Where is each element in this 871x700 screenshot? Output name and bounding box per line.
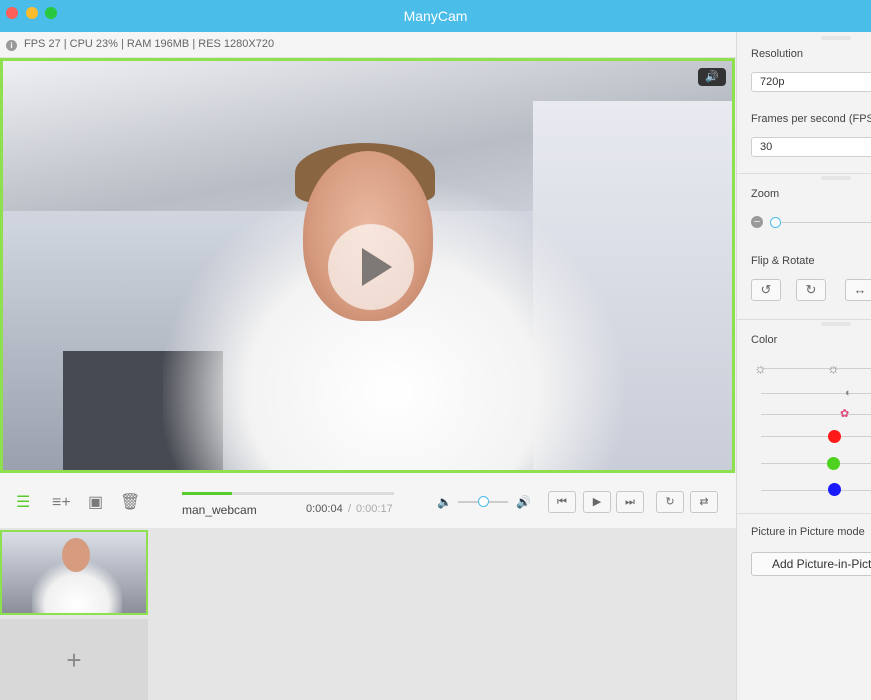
flip-horizontal-icon[interactable]: ↔	[845, 279, 871, 301]
thumbnail-head	[62, 538, 90, 572]
save-icon[interactable]: ▣	[88, 493, 103, 513]
fps-label: Frames per second (FPS)	[751, 113, 871, 125]
contrast-slider[interactable]	[761, 393, 871, 394]
resolution-select[interactable]: 720p	[751, 72, 871, 92]
video-preview[interactable]: 🔊	[0, 58, 735, 473]
pip-label: Picture in Picture mode	[751, 526, 865, 538]
repeat-icon[interactable]: ↻	[656, 491, 684, 513]
playback-progress[interactable]	[182, 492, 394, 495]
settings-sidebar: Resolution 720p Frames per second (FPS) …	[736, 32, 871, 700]
play-icon	[362, 248, 392, 286]
play-button[interactable]	[328, 224, 414, 310]
volume-knob[interactable]	[478, 496, 489, 507]
add-pip-button[interactable]: Add Picture-in-Picture	[751, 552, 871, 576]
panel-grip[interactable]	[821, 36, 851, 40]
red-knob[interactable]	[828, 430, 841, 443]
window-title: ManyCam	[403, 8, 468, 24]
red-slider[interactable]	[761, 436, 871, 437]
volume-icon[interactable]: 🔊	[698, 68, 726, 86]
fps-select[interactable]: 30	[751, 137, 871, 157]
section-divider	[737, 173, 871, 174]
blue-slider[interactable]	[761, 490, 871, 491]
section-divider	[737, 319, 871, 320]
panel-grip[interactable]	[821, 322, 851, 326]
add-to-playlist-icon[interactable]: ≡+	[52, 493, 71, 513]
time-total: 0:00:17	[356, 503, 393, 515]
rotate-left-icon[interactable]: ↺	[751, 279, 781, 301]
time-separator: /	[348, 503, 352, 515]
title-bar: ManyCam	[0, 0, 871, 32]
playlist-icon[interactable]: ☰	[16, 493, 30, 513]
skip-back-icon[interactable]: ⏮	[548, 491, 576, 513]
zoom-label: Zoom	[751, 188, 780, 200]
info-icon[interactable]: i	[6, 40, 17, 51]
flip-rotate-label: Flip & Rotate	[751, 255, 815, 267]
blue-knob[interactable]	[828, 483, 841, 496]
panel-grip[interactable]	[821, 176, 851, 180]
volume-low-icon: 🔈	[437, 495, 452, 509]
plus-icon: +	[66, 645, 82, 675]
volume-high-icon: 🔊	[516, 495, 531, 509]
progress-fill	[182, 492, 232, 495]
play-small-icon[interactable]: ▶	[583, 491, 611, 513]
brightness-icon[interactable]: ☼	[827, 361, 840, 375]
shuffle-icon[interactable]: ⇄	[690, 491, 718, 513]
webcam-thumbnail[interactable]	[0, 530, 148, 615]
status-bar: i FPS 27 | CPU 23% | RAM 196MB | RES 128…	[0, 32, 736, 58]
green-knob[interactable]	[827, 457, 840, 470]
resolution-label: Resolution	[751, 48, 803, 60]
media-gallery: +	[0, 528, 736, 700]
section-divider	[737, 513, 871, 514]
skip-forward-icon[interactable]: ⏭	[616, 491, 644, 513]
contrast-icon[interactable]: ◐	[845, 386, 852, 400]
zoom-knob[interactable]	[770, 217, 781, 228]
green-slider[interactable]	[761, 463, 871, 464]
player-controls: ☰ ≡+ ▣ 🗑 man_webcam 0:00:04 / 0:00:17 🔈 …	[0, 473, 736, 528]
saturation-icon[interactable]: ✿	[840, 407, 849, 421]
performance-stats: FPS 27 | CPU 23% | RAM 196MB | RES 1280X…	[24, 38, 275, 50]
add-source-tile[interactable]: +	[0, 619, 148, 700]
brightness-slider[interactable]	[761, 368, 871, 369]
rotate-right-icon[interactable]: ↻	[796, 279, 826, 301]
media-name: man_webcam	[182, 503, 257, 517]
zoom-slider[interactable]	[775, 222, 871, 223]
zoom-minus-icon[interactable]: –	[751, 216, 763, 228]
saturation-slider[interactable]	[761, 414, 871, 415]
color-label: Color	[751, 334, 778, 346]
time-current: 0:00:04	[306, 503, 343, 515]
delete-playlist-icon[interactable]: 🗑	[120, 493, 140, 513]
